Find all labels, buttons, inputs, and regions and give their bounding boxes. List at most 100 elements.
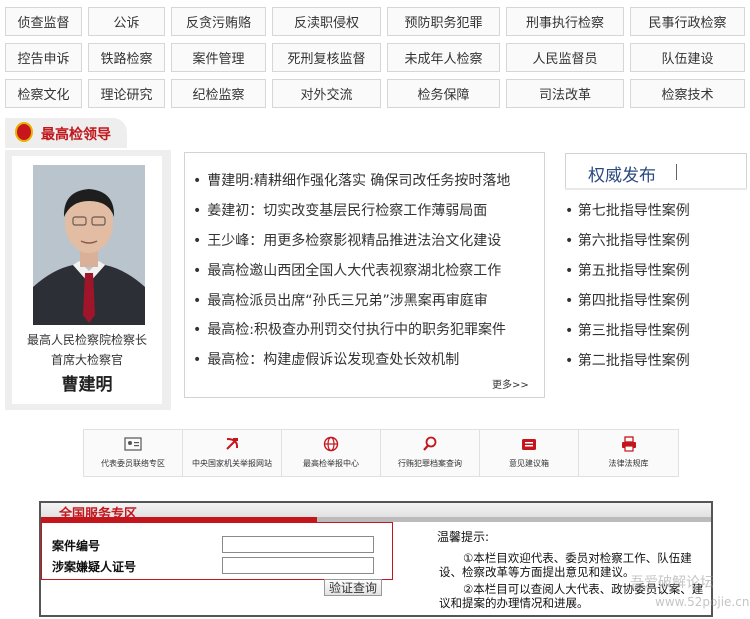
service-law-library[interactable]: 法律法规库 <box>579 430 678 476</box>
nav-item[interactable]: 民事行政检察 <box>630 7 745 36</box>
query-form: 案件编号 涉案嫌疑人证号 <box>41 522 393 580</box>
service-label: 意见建议箱 <box>509 459 549 468</box>
service-zone: 全国服务专区 案件编号 涉案嫌疑人证号 验证查询 温馨提示: ①本栏目欢迎代表、… <box>39 501 713 617</box>
suspect-id-input[interactable] <box>222 557 374 574</box>
authority-item-label: 第六批指导性案例 <box>577 233 690 249</box>
nav-item[interactable]: 反贪污贿赂 <box>171 7 266 36</box>
authority-item[interactable]: • 第四批指导性案例 <box>565 290 690 310</box>
news-headline: 最高检邀山西团全国人大代表视察湖北检察工作 <box>207 263 502 279</box>
bullet-icon: • <box>193 233 202 249</box>
service-label: 代表委员联络专区 <box>101 459 165 468</box>
authority-item[interactable]: • 第三批指导性案例 <box>565 320 690 340</box>
news-headline: 最高检:积极查办刑罚交付执行中的职务犯罪案件 <box>207 322 506 338</box>
more-link[interactable]: 更多>> <box>492 376 529 391</box>
nav-item[interactable]: 预防职务犯罪 <box>387 7 500 36</box>
globe-icon <box>323 436 339 452</box>
nav-item[interactable]: 司法改革 <box>506 79 624 108</box>
news-item[interactable]: • 最高检：构建虚假诉讼发现查处长效机制 <box>193 349 459 369</box>
leader-panel: 最高人民检察院检察长 首席大检察官 曹建明 <box>5 150 171 410</box>
news-item[interactable]: • 最高检派员出席“孙氏三兄弟”涉黑案再审庭审 <box>193 290 488 310</box>
nav-item[interactable]: 队伍建设 <box>630 43 745 72</box>
emblem-icon <box>15 122 33 142</box>
nav-item[interactable]: 理论研究 <box>88 79 165 108</box>
leader-section-title: 最高检领导 <box>41 127 111 143</box>
authority-divider <box>565 188 747 190</box>
nav-item[interactable]: 侦查监督 <box>5 7 82 36</box>
leader-name[interactable]: 曹建明 <box>12 370 162 395</box>
nav-item[interactable]: 刑事执行检察 <box>506 7 624 36</box>
hammer-sickle-icon <box>226 438 239 450</box>
news-list: • 曹建明:精耕细作强化落实 确保司改任务按时落地 • 姜建初：切实改变基层民行检察… <box>184 152 545 398</box>
nav-item[interactable]: 铁路检察 <box>88 43 165 72</box>
news-item[interactable]: • 最高检:积极查办刑罚交付执行中的职务犯罪案件 <box>193 319 506 339</box>
nav-item[interactable]: 检察技术 <box>630 79 745 108</box>
leader-rank: 首席大检察官 <box>50 353 123 367</box>
verify-query-button[interactable]: 验证查询 <box>324 579 382 596</box>
service-suggestion-box[interactable]: 意见建议箱 <box>480 430 579 476</box>
bullet-icon: • <box>193 203 202 219</box>
news-item[interactable]: • 姜建初：切实改变基层民行检察工作薄弱局面 <box>193 200 487 220</box>
bullet-icon: • <box>193 352 202 368</box>
authority-title: 权威发布 <box>588 166 656 186</box>
nav-item[interactable]: 检察文化 <box>5 79 82 108</box>
service-icon-bar: 代表委员联络专区 中央国家机关举报网站 最高检举报中心 行贿犯罪档案查询 意见建… <box>83 429 679 477</box>
nav-item[interactable]: 检务保障 <box>387 79 500 108</box>
suspect-id-label: 涉案嫌疑人证号 <box>52 560 137 574</box>
service-report-site[interactable]: 中央国家机关举报网站 <box>183 430 282 476</box>
service-report-center[interactable]: 最高检举报中心 <box>282 430 381 476</box>
portrait-image <box>33 165 145 325</box>
leader-photo[interactable] <box>33 165 145 325</box>
authority-item-label: 第二批指导性案例 <box>577 353 690 369</box>
nav-item[interactable]: 反渎职侵权 <box>272 7 381 36</box>
service-label: 中央国家机关举报网站 <box>192 459 272 468</box>
leader-card[interactable]: 最高人民检察院检察长 首席大检察官 曹建明 <box>12 156 162 404</box>
nav-row-3: 检察文化 理论研究 纪检监察 对外交流 检务保障 司法改革 检察技术 <box>5 76 745 112</box>
mailbox-icon <box>522 439 536 450</box>
bullet-icon: • <box>193 293 202 309</box>
bullet-icon: • <box>193 173 202 189</box>
nav-item[interactable]: 纪检监察 <box>171 79 266 108</box>
news-headline: 最高检派员出席“孙氏三兄弟”涉黑案再审庭审 <box>207 293 488 309</box>
watermark-text: 吾爱破解论坛 <box>630 575 714 591</box>
service-label: 最高检举报中心 <box>303 459 359 468</box>
authority-item[interactable]: • 第五批指导性案例 <box>565 260 690 280</box>
authority-item[interactable]: • 第六批指导性案例 <box>565 230 690 250</box>
service-bribery-query[interactable]: 行贿犯罪档案查询 <box>381 430 480 476</box>
news-headline: 最高检：构建虚假诉讼发现查处长效机制 <box>207 352 460 368</box>
service-label: 法律法规库 <box>608 459 649 468</box>
tab-divider <box>676 164 677 180</box>
case-number-input[interactable] <box>222 536 374 553</box>
leader-position: 最高人民检察院检察长 <box>26 333 147 347</box>
nav-item[interactable]: 控告申诉 <box>5 43 82 72</box>
tip-title: 温馨提示: <box>437 530 490 544</box>
authority-item[interactable]: • 第二批指导性案例 <box>565 350 690 370</box>
authority-item[interactable]: • 第七批指导性案例 <box>565 200 690 220</box>
category-nav: 侦查监督 公诉 反贪污贿赂 反渎职侵权 预防职务犯罪 刑事执行检察 民事行政检察… <box>5 4 745 112</box>
authority-item-label: 第三批指导性案例 <box>577 323 690 339</box>
service-deputy-liaison[interactable]: 代表委员联络专区 <box>84 430 183 476</box>
magnifier-icon <box>423 436 437 451</box>
leader-section-header: 最高检领导 <box>5 118 127 148</box>
nav-item[interactable]: 公诉 <box>88 7 165 36</box>
case-number-label: 案件编号 <box>52 539 101 553</box>
nav-item[interactable]: 对外交流 <box>272 79 381 108</box>
service-label: 行贿犯罪档案查询 <box>398 459 462 468</box>
news-headline: 王少峰：用更多检察影视精品推进法治文化建设 <box>207 233 502 249</box>
nav-item[interactable]: 未成年人检察 <box>387 43 500 72</box>
bullet-icon: • <box>193 322 202 338</box>
news-item[interactable]: • 曹建明:精耕细作强化落实 确保司改任务按时落地 <box>193 170 510 190</box>
nav-row-1: 侦查监督 公诉 反贪污贿赂 反渎职侵权 预防职务犯罪 刑事执行检察 民事行政检察 <box>5 4 745 40</box>
authority-item-label: 第五批指导性案例 <box>577 263 690 279</box>
nav-item[interactable]: 人民监督员 <box>506 43 624 72</box>
authority-tab[interactable]: 权威发布 <box>565 153 747 189</box>
news-item[interactable]: • 最高检邀山西团全国人大代表视察湖北检察工作 <box>193 260 501 280</box>
nav-item[interactable]: 死刑复核监督 <box>272 43 381 72</box>
authority-item-label: 第七批指导性案例 <box>577 203 690 219</box>
bullet-icon: • <box>193 263 202 279</box>
nav-row-2: 控告申诉 铁路检察 案件管理 死刑复核监督 未成年人检察 人民监督员 队伍建设 <box>5 40 745 76</box>
watermark-url: www.52pojie.cn <box>655 595 750 609</box>
nav-item[interactable]: 案件管理 <box>171 43 266 72</box>
news-item[interactable]: • 王少峰：用更多检察影视精品推进法治文化建设 <box>193 230 501 250</box>
printer-icon <box>621 436 636 452</box>
news-headline: 姜建初：切实改变基层民行检察工作薄弱局面 <box>207 203 488 219</box>
